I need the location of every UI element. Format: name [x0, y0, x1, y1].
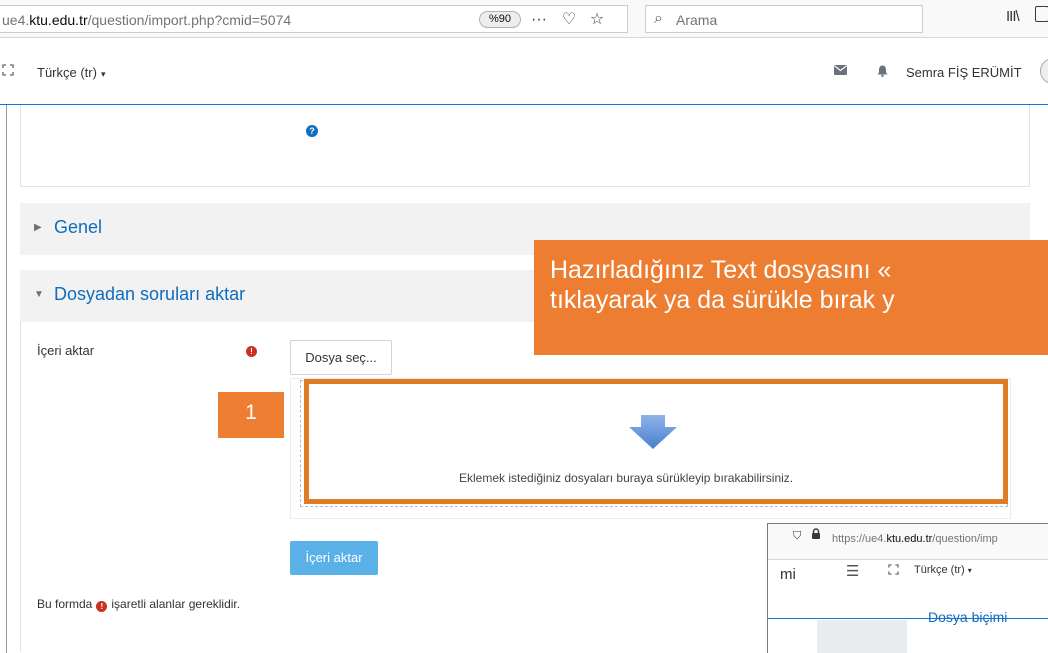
lock-icon — [812, 528, 820, 539]
instruction-callout: Hazırladığınız Text dosyasını « tıklayar… — [534, 240, 1048, 355]
inset-section-heading: Dosya biçimi — [928, 609, 1008, 625]
bookmark-star-icon[interactable]: ☆ — [584, 9, 610, 31]
page-frame-border — [6, 105, 7, 653]
sidebar-toggle-icon[interactable] — [1035, 6, 1048, 22]
inset-language-menu: Türkçe (tr) ▾ — [914, 564, 972, 576]
import-field-label: İçeri aktar — [37, 343, 95, 358]
inset-sidebar — [817, 620, 907, 653]
required-icon: ! — [246, 346, 257, 357]
page-actions-menu-icon[interactable]: ··· — [526, 9, 552, 31]
step-number-badge: 1 — [218, 392, 284, 438]
search-placeholder: Arama — [676, 12, 718, 28]
caret-down-icon: ▾ — [100, 69, 106, 79]
footnote-text-after: işaretli alanlar gereklidir. — [111, 597, 241, 611]
browser-toolbar: ue4.ktu.edu.tr/question/import.php?cmid=… — [0, 0, 1048, 38]
inset-screenshot: ⛉ https://ue4.ktu.edu.tr/question/imp mi… — [767, 523, 1048, 653]
address-url: ue4.ktu.edu.tr/question/import.php?cmid=… — [2, 12, 292, 28]
inset-url: https://ue4.ktu.edu.tr/question/imp — [832, 533, 998, 545]
messages-icon[interactable] — [834, 65, 847, 75]
callout-line-1: Hazırladığınız Text dosyasını « — [550, 256, 892, 284]
library-icon[interactable]: III\ — [1006, 8, 1020, 25]
collapsed-arrow-icon: ▶ — [34, 222, 42, 233]
previous-fieldset-card — [20, 105, 1030, 187]
required-fields-note: Bu formda! işaretli alanlar gereklidir. — [37, 597, 240, 612]
footnote-text-before: Bu formda — [37, 597, 93, 611]
language-menu[interactable]: Türkçe (tr) ▾ — [37, 65, 105, 80]
drop-zone-instructions: Eklemek istediğiniz dosyaları buraya sür… — [459, 471, 794, 485]
user-menu-name[interactable]: Semra FİŞ ERÜMİT — [906, 65, 1022, 80]
user-avatar[interactable] — [1040, 58, 1048, 84]
expanded-arrow-icon: ▼ — [34, 289, 44, 300]
inset-address-bar: ⛉ https://ue4.ktu.edu.tr/question/imp — [768, 524, 1048, 560]
zoom-level-badge[interactable]: %90 — [479, 11, 521, 28]
section-general-title: Genel — [54, 217, 103, 237]
browser-search-field[interactable]: ⌕ Arama — [645, 5, 923, 33]
section-import-title: Dosyadan soruları aktar — [54, 284, 246, 304]
callout-line-2: tıklayarak ya da sürükle bırak y — [550, 286, 895, 314]
search-icon: ⌕ — [654, 10, 663, 27]
import-submit-button[interactable]: İçeri aktar — [290, 541, 378, 575]
notifications-bell-icon[interactable] — [877, 65, 888, 77]
inset-left-text: mi — [780, 566, 796, 583]
pocket-icon[interactable]: ♡ — [556, 9, 582, 31]
language-label: Türkçe (tr) — [37, 65, 97, 80]
fullscreen-icon — [888, 564, 899, 575]
choose-file-button[interactable]: Dosya seç... — [290, 340, 392, 375]
address-bar[interactable]: ue4.ktu.edu.tr/question/import.php?cmid=… — [0, 5, 628, 33]
help-icon[interactable]: ? — [306, 125, 318, 137]
shield-icon: ⛉ — [793, 530, 802, 542]
required-icon: ! — [96, 601, 108, 612]
download-arrow-icon — [629, 415, 677, 449]
hamburger-menu-icon: ☰ — [846, 563, 860, 580]
site-navbar: Türkçe (tr) ▾ Semra FİŞ ERÜMİT — [0, 39, 1048, 105]
fullscreen-icon[interactable] — [2, 64, 14, 76]
